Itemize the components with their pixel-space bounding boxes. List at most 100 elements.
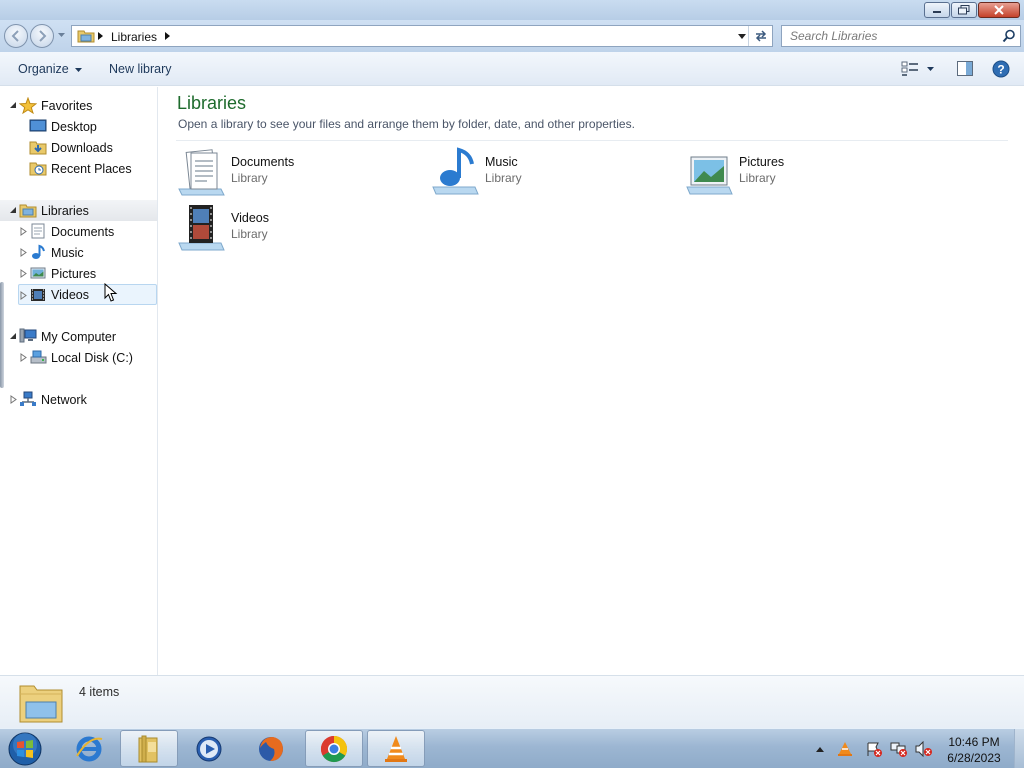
nav-network[interactable]: Network <box>0 389 157 410</box>
music-icon <box>32 244 45 259</box>
nav-libraries[interactable]: Libraries <box>0 200 157 221</box>
taskbar-internet-explorer[interactable] <box>60 730 118 767</box>
my-computer-icon <box>19 328 37 343</box>
forward-button[interactable] <box>30 24 54 48</box>
library-tile-type: Library <box>485 171 522 185</box>
desktop-icon <box>29 119 47 132</box>
nav-documents-label: Documents <box>51 225 115 239</box>
library-tile-name: Videos <box>231 211 269 225</box>
expanded-triangle-icon[interactable] <box>9 101 17 109</box>
breadcrumb-separator-icon[interactable] <box>98 32 103 40</box>
close-icon <box>994 5 1004 15</box>
content-pane: Libraries Open a library to see your fil… <box>160 87 1024 675</box>
music-library-icon <box>432 147 479 195</box>
collapsed-triangle-icon[interactable] <box>20 248 27 257</box>
recent-pages-dropdown-icon[interactable] <box>58 33 65 38</box>
vlc-tray-icon[interactable] <box>836 741 854 757</box>
refresh-button[interactable] <box>748 26 772 46</box>
clock[interactable]: 10:46 PM 6/28/2023 <box>940 734 1008 766</box>
window-titlebar <box>0 0 1024 20</box>
clock-time: 10:46 PM <box>948 735 1000 749</box>
downloads-icon <box>29 141 47 155</box>
header-divider <box>176 140 1008 141</box>
nav-local-disk[interactable]: Local Disk (C:) <box>0 347 157 368</box>
nav-local-disk-label: Local Disk (C:) <box>51 351 133 365</box>
nav-my-computer-label: My Computer <box>41 330 117 344</box>
refresh-icon <box>755 30 766 42</box>
collapsed-triangle-icon[interactable] <box>10 395 17 404</box>
nav-favorites-label: Favorites <box>41 99 93 113</box>
library-tile-name: Music <box>485 155 518 169</box>
favorites-star-icon <box>19 97 37 114</box>
nav-music[interactable]: Music <box>0 242 157 263</box>
taskbar-windows-media-player[interactable] <box>180 730 238 767</box>
show-hidden-icons-icon[interactable] <box>816 746 824 752</box>
address-history-dropdown-icon[interactable] <box>738 34 746 39</box>
library-tile-pictures[interactable]: Pictures Library <box>684 147 924 199</box>
restore-button[interactable] <box>951 2 977 18</box>
taskbar-windows-explorer[interactable] <box>120 730 178 767</box>
nav-videos[interactable]: Videos <box>18 284 157 305</box>
expanded-triangle-icon[interactable] <box>9 332 17 340</box>
nav-my-computer[interactable]: My Computer <box>0 326 157 347</box>
nav-downloads-label: Downloads <box>51 141 113 155</box>
address-bar[interactable]: Libraries <box>71 25 773 47</box>
breadcrumb-separator-icon[interactable] <box>165 32 170 40</box>
back-button[interactable] <box>4 24 28 48</box>
library-tile-type: Library <box>739 171 776 185</box>
windows-explorer-icon <box>138 735 158 762</box>
nav-downloads[interactable]: Downloads <box>0 137 157 158</box>
windows-media-player-icon <box>196 736 222 761</box>
minimize-button[interactable] <box>924 2 950 18</box>
expanded-triangle-icon[interactable] <box>9 206 17 214</box>
nav-pictures[interactable]: Pictures <box>0 263 157 284</box>
close-button[interactable] <box>978 2 1020 18</box>
nav-recent-places[interactable]: Recent Places <box>0 158 157 179</box>
collapsed-triangle-icon[interactable] <box>20 353 27 362</box>
collapsed-triangle-icon[interactable] <box>20 227 27 236</box>
change-view-icon[interactable] <box>901 61 919 77</box>
volume-muted-icon[interactable] <box>915 741 933 757</box>
documents-icon <box>31 223 45 239</box>
library-tile-videos[interactable]: Videos Library <box>176 203 416 255</box>
network-icon <box>20 391 36 406</box>
details-pane: 4 items <box>0 675 1024 728</box>
nav-desktop[interactable]: Desktop <box>0 116 157 137</box>
library-tile-documents[interactable]: Documents Library <box>176 147 416 199</box>
taskbar-vlc[interactable] <box>367 730 425 767</box>
nav-libraries-label: Libraries <box>41 204 89 218</box>
library-tile-name: Documents <box>231 155 295 169</box>
help-icon[interactable]: ? <box>992 60 1010 78</box>
nav-favorites[interactable]: Favorites <box>0 95 157 116</box>
nav-documents[interactable]: Documents <box>0 221 157 242</box>
nav-desktop-label: Desktop <box>51 120 97 134</box>
show-desktop-button[interactable] <box>1014 729 1024 768</box>
action-center-alert-icon[interactable] <box>865 741 883 757</box>
organize-button[interactable]: Organize <box>18 62 83 76</box>
taskbar-chrome[interactable] <box>305 730 363 767</box>
nav-pictures-label: Pictures <box>51 267 97 281</box>
new-library-button[interactable]: New library <box>109 62 172 76</box>
collapsed-triangle-icon[interactable] <box>20 291 27 300</box>
start-orb-icon[interactable] <box>6 731 44 767</box>
view-options-dropdown-icon[interactable] <box>927 67 934 71</box>
collapsed-triangle-icon[interactable] <box>20 269 27 278</box>
page-title: Libraries <box>177 93 247 113</box>
videos-library-icon <box>178 205 225 251</box>
videos-icon <box>31 289 45 301</box>
address-row: Libraries <box>0 20 1024 52</box>
internet-explorer-icon <box>76 736 103 761</box>
nav-network-label: Network <box>41 393 87 407</box>
preview-pane-icon[interactable] <box>957 61 973 76</box>
breadcrumb-libraries[interactable]: Libraries <box>111 30 157 44</box>
search-icon[interactable] <box>1002 29 1016 43</box>
vlc-icon <box>385 735 407 762</box>
libraries-folder-icon <box>77 30 95 43</box>
library-tile-music[interactable]: Music Library <box>430 147 670 199</box>
search-input[interactable] <box>782 26 996 46</box>
navigation-pane: Favorites Desktop Downloads Recent Place… <box>0 87 158 675</box>
network-alert-icon[interactable] <box>890 741 908 757</box>
taskbar-firefox[interactable] <box>242 730 300 767</box>
restore-icon <box>958 5 970 15</box>
search-box[interactable] <box>781 25 1021 47</box>
